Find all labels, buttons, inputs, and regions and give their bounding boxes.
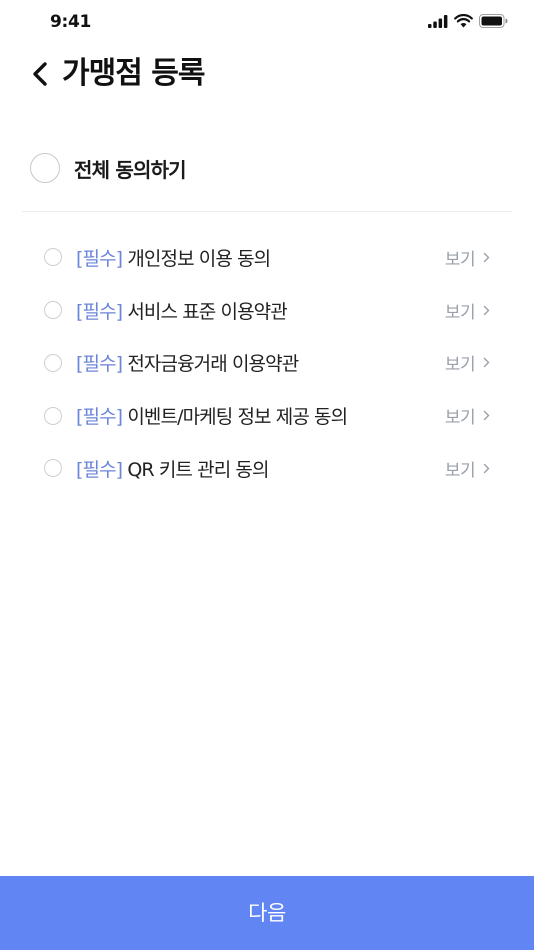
view-link[interactable]: 보기 <box>445 298 490 323</box>
term-label: 전자금융거래 이용약관 <box>127 353 299 376</box>
term-checkbox[interactable] <box>44 406 62 425</box>
back-button[interactable] <box>20 54 60 94</box>
view-link[interactable]: 보기 <box>445 456 490 481</box>
term-checkbox[interactable] <box>44 353 62 372</box>
page-title: 가맹점 등록 <box>62 56 205 91</box>
chevron-right-icon <box>483 252 490 263</box>
term-text: [필수] QR 키트 관리 동의 <box>76 455 269 482</box>
term-text: [필수] 개인정보 이용 동의 <box>76 244 271 271</box>
chevron-right-icon <box>483 410 490 421</box>
term-label: 이벤트/마케팅 정보 제공 동의 <box>127 406 348 429</box>
required-tag: [필수] <box>76 406 123 429</box>
term-row-marketing[interactable]: [필수] 이벤트/마케팅 정보 제공 동의 보기 <box>0 389 534 442</box>
status-bar: 9:41 <box>0 0 534 46</box>
battery-icon <box>479 14 508 28</box>
signal-icon <box>428 14 448 28</box>
chevron-right-icon <box>483 305 490 315</box>
term-label: 서비스 표준 이용약관 <box>127 300 287 323</box>
term-checkbox[interactable] <box>44 459 62 478</box>
status-time: 9:41 <box>50 12 92 32</box>
next-button-label: 다음 <box>248 902 286 925</box>
term-row-qr-kit[interactable]: [필수] QR 키트 관리 동의 보기 <box>0 442 534 495</box>
chevron-right-icon <box>483 358 490 368</box>
view-label: 보기 <box>444 460 476 481</box>
required-tag: [필수] <box>76 458 123 481</box>
chevron-right-icon <box>483 463 490 474</box>
term-text: [필수] 전자금융거래 이용약관 <box>76 349 299 376</box>
term-text: [필수] 이벤트/마케팅 정보 제공 동의 <box>76 402 348 429</box>
required-tag: [필수] <box>76 300 123 323</box>
agree-all-label: 전체 동의하기 <box>74 157 187 182</box>
term-row-service[interactable]: [필수] 서비스 표준 이용약관 보기 <box>0 284 534 337</box>
term-label: QR 키트 관리 동의 <box>127 458 269 481</box>
term-row-privacy[interactable]: [필수] 개인정보 이용 동의 보기 <box>0 231 534 284</box>
chevron-left-icon <box>33 62 47 86</box>
agree-all-checkbox[interactable]: 전체 동의하기 <box>24 140 510 196</box>
view-link[interactable]: 보기 <box>445 350 490 375</box>
view-label: 보기 <box>444 355 476 376</box>
view-label: 보기 <box>444 408 476 429</box>
term-checkbox[interactable] <box>44 248 62 267</box>
header: 가맹점 등록 <box>0 46 534 106</box>
agree-all-circle[interactable] <box>30 153 60 183</box>
view-label: 보기 <box>444 249 476 270</box>
view-label: 보기 <box>444 302 476 323</box>
divider <box>22 211 512 212</box>
term-row-efinance[interactable]: [필수] 전자금융거래 이용약관 보기 <box>0 337 534 390</box>
status-icons <box>428 14 508 28</box>
terms-list: [필수] 개인정보 이용 동의 보기 [필수] 서비스 표준 이용약관 보기 [… <box>0 231 534 495</box>
term-checkbox[interactable] <box>44 301 62 320</box>
view-link[interactable]: 보기 <box>445 245 490 270</box>
required-tag: [필수] <box>76 247 123 270</box>
next-button[interactable]: 다음 <box>0 876 534 950</box>
view-link[interactable]: 보기 <box>445 403 490 428</box>
wifi-icon <box>454 14 473 28</box>
term-label: 개인정보 이용 동의 <box>127 247 271 270</box>
terms-agreement-screen: 9:41 가맹점 등록 전체 동의하기 [필수] 개인정보 이용 동의 보기 [… <box>0 0 534 950</box>
required-tag: [필수] <box>76 353 123 376</box>
term-text: [필수] 서비스 표준 이용약관 <box>76 297 288 324</box>
